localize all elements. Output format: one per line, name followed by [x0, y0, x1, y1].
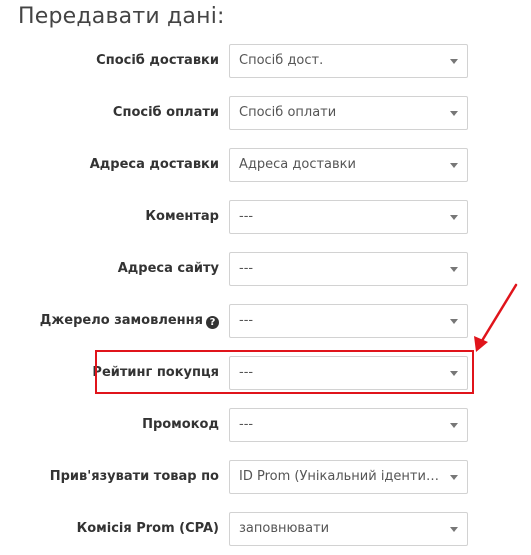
- payment-method-label: Спосіб оплати: [112, 105, 219, 120]
- chevron-down-icon: [450, 111, 458, 116]
- prom-commission-row: Комісія Prom (CPA) заповнювати: [0, 512, 531, 546]
- site-address-label: Адреса сайту: [117, 261, 219, 276]
- prom-commission-label: Комісія Prom (CPA): [76, 521, 219, 536]
- promo-code-select[interactable]: ---: [229, 408, 468, 442]
- payment-method-value: Спосіб оплати: [239, 105, 337, 120]
- buyer-rating-select[interactable]: ---: [229, 356, 468, 390]
- comment-row: Коментар ---: [0, 200, 531, 234]
- chevron-down-icon: [450, 215, 458, 220]
- delivery-address-label: Адреса доставки: [89, 157, 219, 172]
- comment-label: Коментар: [145, 209, 219, 224]
- section-title: Передавати дані:: [18, 4, 225, 29]
- comment-value: ---: [239, 209, 254, 224]
- chevron-down-icon: [450, 59, 458, 64]
- question-circle-icon[interactable]: ?: [206, 316, 219, 329]
- shipping-method-value: Спосіб дост.: [239, 53, 324, 68]
- promo-code-value: ---: [239, 417, 254, 432]
- order-source-label-text: Джерело замовлення: [39, 313, 203, 328]
- buyer-rating-value: ---: [239, 365, 254, 380]
- order-source-select[interactable]: ---: [229, 304, 468, 338]
- delivery-address-row: Адреса доставки Адреса доставки: [0, 148, 531, 182]
- prom-commission-value: заповнювати: [239, 521, 330, 536]
- delivery-address-value: Адреса доставки: [239, 157, 356, 172]
- bind-product-row: Прив'язувати товар по ID Prom (Унікальни…: [0, 460, 531, 494]
- delivery-address-select[interactable]: Адреса доставки: [229, 148, 468, 182]
- site-address-row: Адреса сайту ---: [0, 252, 531, 286]
- promo-code-label: Промокод: [142, 417, 219, 432]
- prom-commission-select[interactable]: заповнювати: [229, 512, 468, 546]
- chevron-down-icon: [450, 527, 458, 532]
- chevron-down-icon: [450, 371, 458, 376]
- payment-method-row: Спосіб оплати Спосіб оплати: [0, 96, 531, 130]
- order-source-label: Джерело замовлення?: [40, 304, 219, 338]
- order-source-row: Джерело замовлення? ---: [0, 304, 531, 338]
- buyer-rating-label: Рейтинг покупця: [92, 365, 219, 380]
- comment-select[interactable]: ---: [229, 200, 468, 234]
- annotation-arrow-head: [474, 336, 488, 352]
- chevron-down-icon: [450, 319, 458, 324]
- buyer-rating-row: Рейтинг покупця ---: [0, 356, 531, 390]
- shipping-method-row: Спосіб доставки Спосіб дост.: [0, 44, 531, 78]
- shipping-method-label: Спосіб доставки: [96, 53, 219, 68]
- bind-product-value: ID Prom (Унікальний ідентифікатор): [239, 469, 441, 484]
- bind-product-select[interactable]: ID Prom (Унікальний ідентифікатор): [229, 460, 468, 494]
- site-address-value: ---: [239, 261, 254, 276]
- promo-code-row: Промокод ---: [0, 408, 531, 442]
- chevron-down-icon: [450, 267, 458, 272]
- order-source-value: ---: [239, 313, 254, 328]
- payment-method-select[interactable]: Спосіб оплати: [229, 96, 468, 130]
- bind-product-label: Прив'язувати товар по: [49, 469, 219, 484]
- chevron-down-icon: [450, 163, 458, 168]
- chevron-down-icon: [450, 475, 458, 480]
- shipping-method-select[interactable]: Спосіб дост.: [229, 44, 468, 78]
- chevron-down-icon: [450, 423, 458, 428]
- site-address-select[interactable]: ---: [229, 252, 468, 286]
